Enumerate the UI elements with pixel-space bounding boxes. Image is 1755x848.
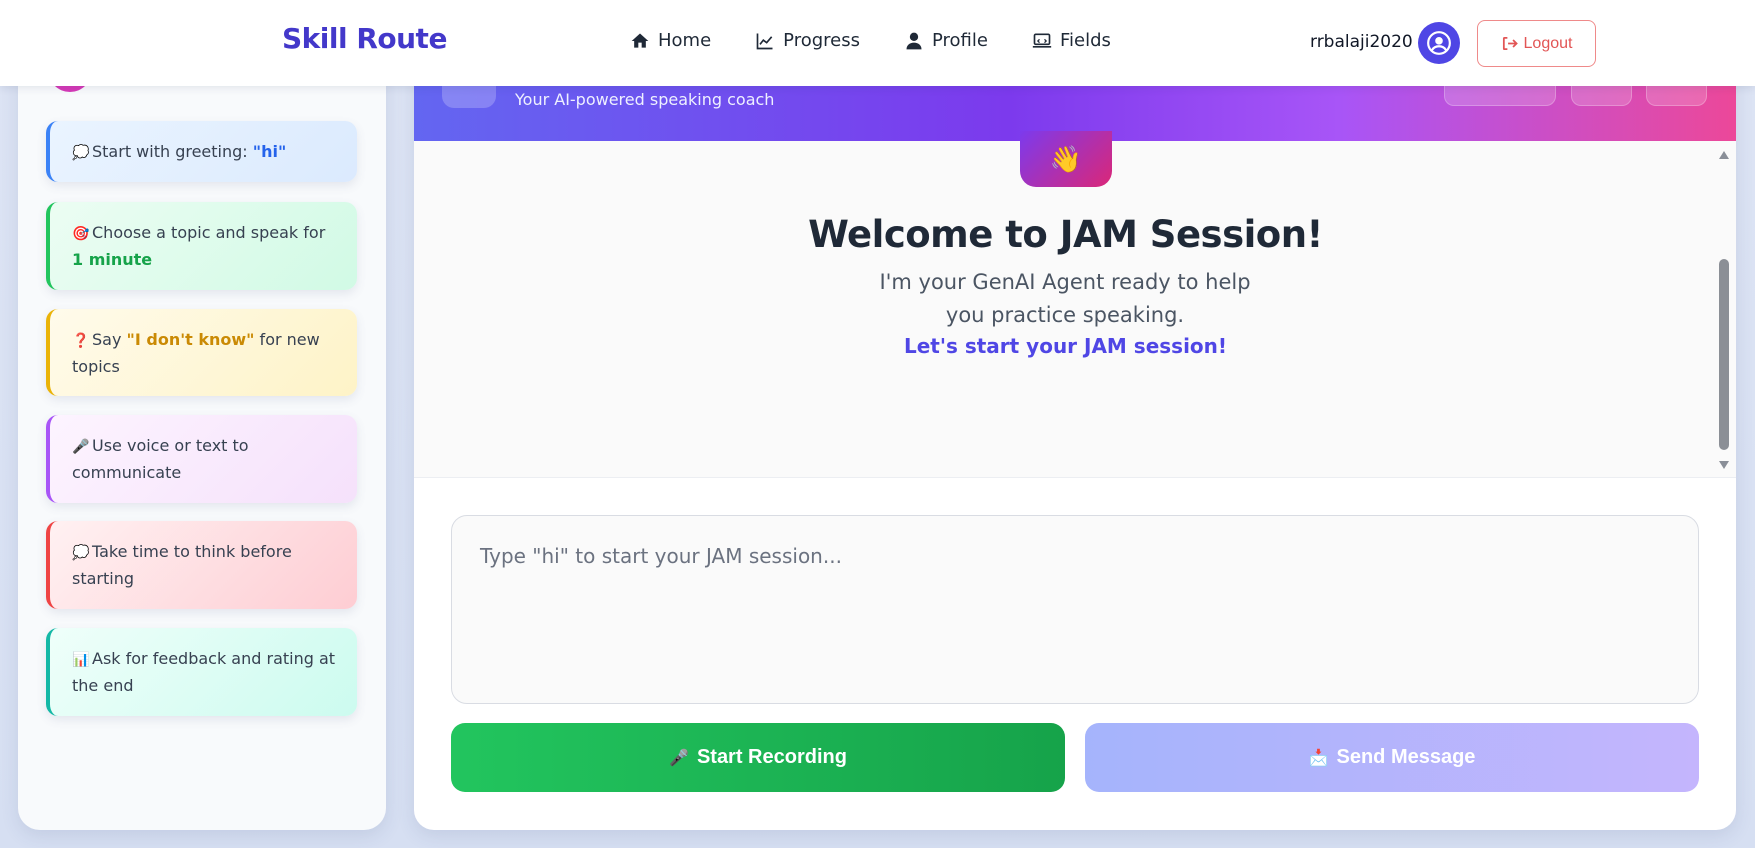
waving-hand-icon: 👋: [1020, 131, 1112, 187]
thought-bubble-icon: 💭: [72, 145, 90, 161]
start-recording-label: Start Recording: [696, 746, 847, 768]
tip-highlight: "I don't know": [126, 330, 255, 349]
tip-card-dont-know: ❓ Say "I don't know" for new topics: [46, 309, 357, 396]
scroll-down-arrow-icon[interactable]: [1719, 461, 1729, 469]
nav-fields-label: Fields: [1059, 30, 1111, 51]
sign-out-icon: [1502, 36, 1518, 51]
bar-chart-icon: 📊: [72, 652, 90, 668]
chat-panel: Your AI-powered speaking coach 👋 Welcome…: [414, 40, 1736, 830]
thought-bubble-icon: 💭: [72, 545, 90, 561]
tip-text: Take time to think before starting: [72, 542, 292, 588]
nav-fields[interactable]: Fields: [1032, 30, 1111, 51]
tip-card-greeting: 💭 Start with greeting: "hi": [46, 121, 357, 182]
scroll-up-arrow-icon[interactable]: [1719, 151, 1729, 159]
logout-label: Logout: [1523, 34, 1573, 52]
message-area[interactable]: 👋 Welcome to JAM Session! I'm your GenAI…: [414, 131, 1736, 478]
tip-card-topic: 🎯 Choose a topic and speak for 1 minute: [46, 202, 357, 290]
scroll-thumb[interactable]: [1719, 259, 1729, 450]
nav-progress[interactable]: Progress: [755, 30, 860, 51]
tip-text: Ask for feedback and rating at the end: [72, 649, 336, 695]
tip-text: Start with greeting:: [92, 142, 253, 161]
user-icon: [906, 32, 922, 49]
brand-logo[interactable]: Skill Route: [282, 22, 447, 55]
tip-card-voice-text: 🎤 Use voice or text to communicate: [46, 415, 357, 503]
nav-profile[interactable]: Profile: [904, 30, 988, 51]
message-scrollbar[interactable]: [1716, 147, 1732, 469]
question-icon: ❓: [72, 333, 90, 349]
main-nav: Home Progress Profile Fields: [630, 30, 1155, 51]
chat-header-subtitle: Your AI-powered speaking coach: [515, 90, 775, 109]
logout-button[interactable]: Logout: [1477, 20, 1596, 67]
send-message-label: Send Message: [1336, 746, 1476, 768]
microphone-icon: 🎤: [72, 439, 90, 455]
laptop-icon: [1032, 33, 1052, 48]
tip-text: Choose a topic and speak for: [92, 223, 326, 242]
message-input[interactable]: [451, 515, 1699, 704]
welcome-cta: Let's start your JAM session!: [903, 334, 1228, 358]
avatar[interactable]: [1418, 22, 1460, 64]
tip-text: Use voice or text to communicate: [72, 436, 249, 482]
welcome-title: Welcome to JAM Session!: [808, 213, 1323, 256]
chart-line-icon: [756, 33, 773, 49]
start-recording-button[interactable]: 🎤 Start Recording: [451, 723, 1065, 792]
tip-highlight: 1 minute: [72, 250, 153, 269]
home-icon: [631, 33, 649, 48]
microphone-icon: 🎤: [669, 749, 689, 767]
tip-card-feedback: 📊 Ask for feedback and rating at the end: [46, 628, 357, 716]
tip-card-think: 💭 Take time to think before starting: [46, 521, 357, 609]
user-circle-icon: [1427, 31, 1451, 55]
tip-highlight: "hi": [252, 142, 287, 161]
nav-profile-label: Profile: [931, 30, 988, 51]
nav-progress-label: Progress: [783, 30, 860, 51]
envelope-icon: 📩: [1308, 749, 1329, 767]
tip-text: Say: [92, 330, 127, 349]
welcome-text: I'm your GenAI Agent ready to help you p…: [879, 270, 1251, 327]
target-icon: 🎯: [72, 226, 90, 242]
nav-home[interactable]: Home: [630, 30, 711, 51]
send-message-button[interactable]: 📩 Send Message: [1085, 723, 1699, 792]
nav-home-label: Home: [658, 30, 712, 51]
top-navbar: Skill Route Home Progress Profile Fields…: [0, 0, 1755, 86]
username: rrbalaji2020: [1310, 32, 1413, 52]
